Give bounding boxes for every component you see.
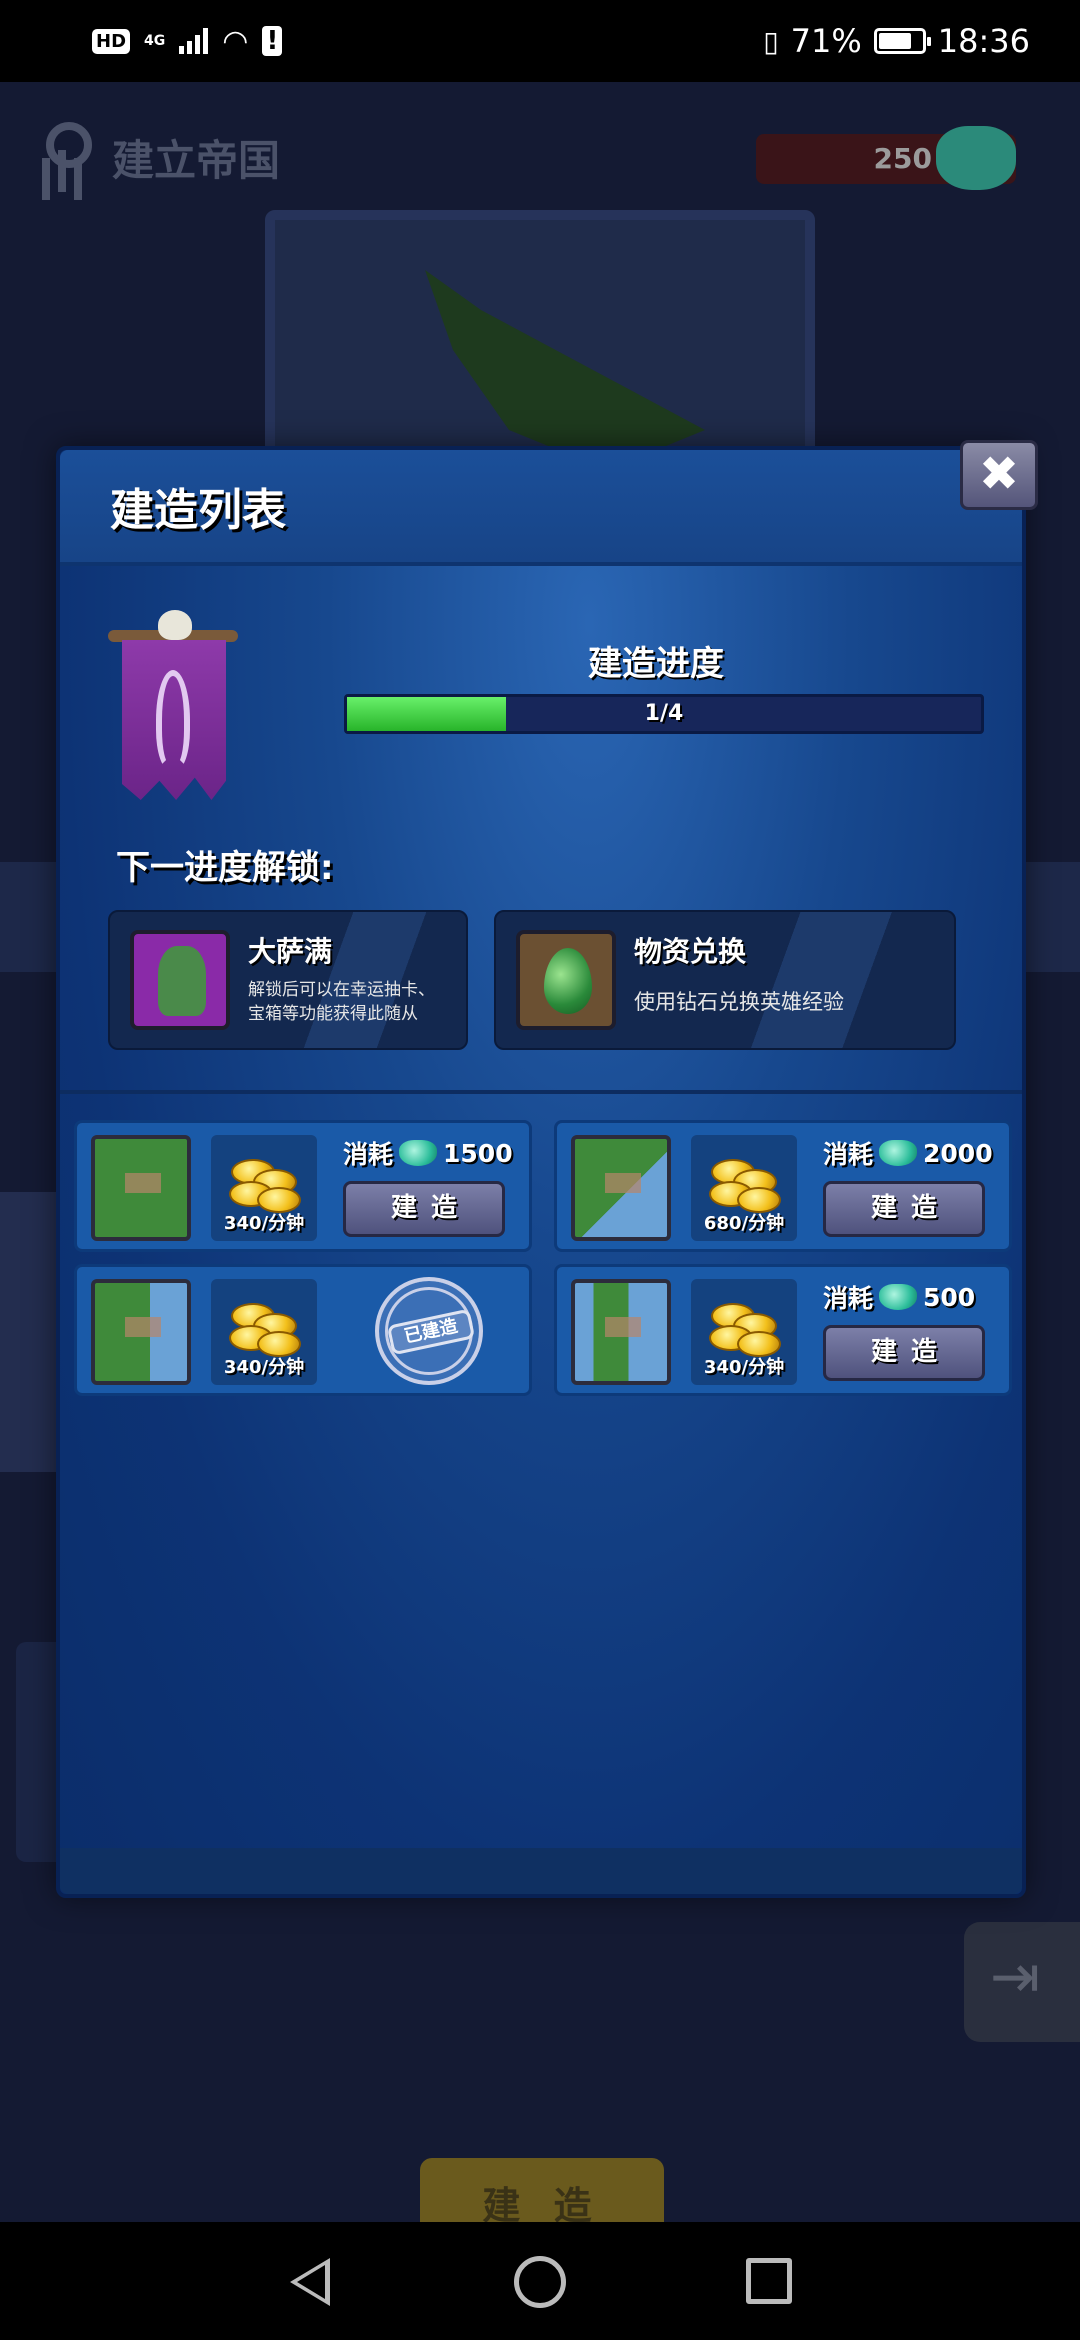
unlock-name: 物资兑换	[634, 935, 747, 968]
built-stamp: 已建造	[375, 1277, 483, 1385]
cobra-banner-icon	[108, 610, 238, 800]
dialog-header: 建造列表	[60, 450, 1022, 566]
unlock-desc: 解锁后可以在幸运抽卡、 宝箱等功能获得此随从	[248, 978, 435, 1026]
progress-bar: 1/4	[344, 694, 984, 734]
hd-badge: HD	[92, 28, 131, 54]
gem-icon	[936, 126, 1016, 190]
cost-label: 消耗	[823, 1284, 874, 1313]
gold-coins-icon: 340/分钟	[211, 1135, 317, 1241]
dialog-footer	[60, 1848, 1022, 1894]
income-rate: 340/分钟	[703, 1357, 785, 1378]
built-stamp-text: 已建造	[386, 1308, 476, 1356]
bg-header: 建立帝国	[36, 122, 280, 192]
battery-icon	[873, 28, 931, 54]
gem-count: 250	[873, 142, 932, 175]
building-card: 340/分钟 已建造	[74, 1264, 532, 1396]
signal-icon	[179, 28, 209, 54]
gem-counter: 250	[756, 126, 1016, 190]
cost: 消耗 2000	[823, 1135, 993, 1171]
wifi-icon: ◠	[222, 23, 249, 59]
status-left: HD 4G ◠ !	[92, 23, 283, 59]
vibrate-icon: ▯	[763, 24, 779, 58]
build-button[interactable]: 建造	[823, 1181, 985, 1237]
unlock-desc-line: 解锁后可以在幸运抽卡、	[248, 980, 435, 1000]
cost-value: 2000	[923, 1138, 993, 1168]
navigation-bar	[0, 2222, 1080, 2340]
unlock-card-exchange[interactable]: 物资兑换 使用钻石兑换英雄经验	[494, 910, 956, 1050]
income-rate: 340/分钟	[223, 1357, 305, 1378]
building-card: 340/分钟 消耗 1500 建造	[74, 1120, 532, 1252]
home-icon[interactable]	[514, 2256, 566, 2308]
clock: 18:36	[937, 22, 1030, 60]
cost: 消耗 500	[823, 1279, 975, 1315]
gem-icon	[879, 1284, 918, 1310]
map-thumbnail-icon	[571, 1279, 671, 1385]
progress-text: 1/4	[644, 701, 684, 726]
dialog-title: 建造列表	[110, 485, 286, 536]
map-thumbnail-icon	[91, 1135, 191, 1241]
unlock-desc-line: 宝箱等功能获得此随从	[248, 1004, 418, 1024]
gold-coins-icon: 340/分钟	[691, 1279, 797, 1385]
gem-icon	[879, 1140, 918, 1166]
building-card: 680/分钟 消耗 2000 建造	[554, 1120, 1012, 1252]
build-list-dialog: 建造列表 ✖ 建造进度 1/4 下一进度解锁: 大萨满 解锁后可以在幸运抽卡、 …	[56, 440, 1038, 1898]
battery-percent: 71%	[790, 22, 862, 60]
progress-label: 建造进度	[588, 644, 724, 684]
status-bar: HD 4G ◠ ! ▯ 71% 18:36	[0, 0, 1080, 82]
income-rate: 680/分钟	[703, 1213, 785, 1234]
recent-apps-icon[interactable]	[746, 2258, 792, 2304]
building-card: 340/分钟 消耗 500 建造	[554, 1264, 1012, 1396]
shaman-portrait-icon	[130, 930, 230, 1030]
gold-coins-icon: 680/分钟	[691, 1135, 797, 1241]
bg-page-title: 建立帝国	[112, 135, 281, 185]
exit-icon	[964, 1922, 1080, 2042]
network-type: 4G	[144, 33, 166, 49]
ankh-icon	[36, 122, 92, 192]
close-button[interactable]: ✖	[960, 440, 1038, 510]
map-thumbnail-icon	[91, 1279, 191, 1385]
unlock-title: 下一进度解锁:	[116, 848, 334, 888]
cost-label: 消耗	[343, 1140, 394, 1169]
bg-side-panel	[0, 1192, 60, 1472]
alert-icon: !	[262, 26, 283, 56]
divider	[60, 1090, 1022, 1094]
status-right: ▯ 71% 18:36	[763, 22, 1030, 60]
unlock-card-shaman[interactable]: 大萨满 解锁后可以在幸运抽卡、 宝箱等功能获得此随从	[108, 910, 468, 1050]
back-icon[interactable]	[290, 2258, 330, 2306]
build-button[interactable]: 建造	[823, 1325, 985, 1381]
cost: 消耗 1500	[343, 1135, 513, 1171]
income-rate: 340/分钟	[223, 1213, 305, 1234]
unlock-name: 大萨满	[248, 935, 333, 968]
map-thumbnail-icon	[571, 1135, 671, 1241]
cost-label: 消耗	[823, 1140, 874, 1169]
cost-value: 1500	[443, 1138, 513, 1168]
green-drop-icon	[516, 930, 616, 1030]
gem-icon	[399, 1140, 438, 1166]
gold-coins-icon: 340/分钟	[211, 1279, 317, 1385]
unlock-desc: 使用钻石兑换英雄经验	[634, 990, 844, 1014]
cost-value: 500	[923, 1282, 976, 1312]
build-button[interactable]: 建造	[343, 1181, 505, 1237]
